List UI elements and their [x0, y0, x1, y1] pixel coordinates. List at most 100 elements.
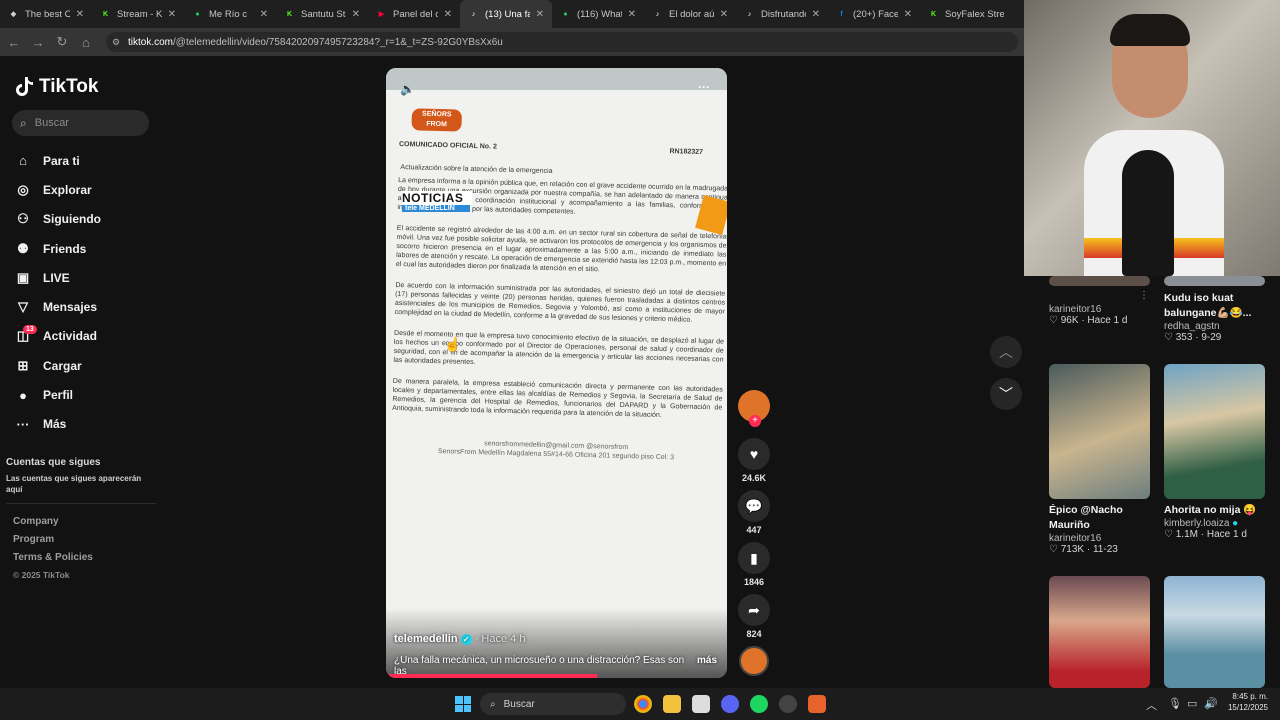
- sidebar-item-profile[interactable]: ● Perfil: [15, 380, 155, 409]
- app-icon[interactable]: [808, 695, 826, 713]
- live-icon: ▣: [16, 269, 30, 285]
- creator-avatar[interactable]: +: [738, 390, 770, 427]
- search-input[interactable]: ⌕ Buscar: [12, 110, 149, 136]
- explore-icon: ◎: [17, 181, 29, 197]
- sidebar-item-upload[interactable]: ⊞ Cargar: [15, 351, 155, 380]
- obs-icon[interactable]: [779, 695, 797, 713]
- tab-title: SoyFalex Stre: [945, 8, 1004, 20]
- windows-start-icon[interactable]: [455, 696, 471, 712]
- microphone-icon[interactable]: 🎙: [1168, 697, 1182, 710]
- sidebar-item-live[interactable]: ▣ LIVE: [15, 263, 155, 292]
- video-progress-bar[interactable]: [386, 674, 727, 678]
- tab-close-icon[interactable]: ✕: [536, 9, 544, 20]
- tab-close-icon[interactable]: ✕: [812, 9, 820, 20]
- browser-tab[interactable]: ● (116) Whats ✕: [552, 0, 644, 28]
- music-disc-icon[interactable]: [739, 646, 769, 676]
- tab-title: (116) Whats: [577, 8, 622, 20]
- volume-icon[interactable]: 🔈: [400, 82, 415, 96]
- browser-tab[interactable]: ▶ Panel del ca ✕: [368, 0, 460, 28]
- volume-icon[interactable]: 🔊: [1204, 697, 1218, 710]
- comment-button[interactable]: 💬: [738, 490, 770, 522]
- network-icon[interactable]: ▭: [1187, 697, 1197, 710]
- tab-close-icon[interactable]: ✕: [352, 9, 360, 20]
- tab-close-icon[interactable]: ✕: [628, 9, 636, 20]
- video-thumbnail: [1164, 276, 1265, 286]
- back-icon[interactable]: ←: [2, 35, 26, 50]
- sidebar-item-friends[interactable]: ⚉ Friends: [15, 234, 155, 263]
- sidebar-item-messages[interactable]: ▽ Mensajes: [15, 292, 155, 321]
- card-menu-icon[interactable]: ⋮: [1139, 290, 1149, 301]
- more-options-icon[interactable]: ···: [698, 80, 710, 94]
- browser-tab[interactable]: ♪ El dolor aún ✕: [644, 0, 736, 28]
- next-video-button[interactable]: ﹀: [990, 378, 1022, 410]
- tab-close-icon[interactable]: ✕: [904, 9, 912, 20]
- reload-icon[interactable]: ↻: [50, 34, 74, 50]
- video-thumbnail: [1164, 576, 1265, 688]
- tab-favicon-icon: ●: [563, 10, 568, 18]
- browser-tab[interactable]: ♪ Disfrutando ✕: [736, 0, 828, 28]
- card-user[interactable]: karineitor16: [1049, 304, 1150, 315]
- card-user[interactable]: redha_agstn: [1164, 321, 1265, 332]
- share-count: 824: [746, 629, 762, 639]
- video-card[interactable]: Ahorita no mija 😝 kimberly.loaiza ● ♡ 1.…: [1164, 364, 1265, 540]
- video-card[interactable]: Kudu iso kuat balungane💪🏼😂... redha_agst…: [1164, 276, 1265, 343]
- video-card[interactable]: Épico @Nacho Mauriño karineitor16 ♡ 713K…: [1049, 364, 1150, 555]
- discord-icon[interactable]: [721, 695, 739, 713]
- follow-plus-icon[interactable]: +: [749, 415, 761, 427]
- sidebar-item-activity[interactable]: ◫ 13 Actividad: [15, 322, 155, 351]
- footer-terms-link[interactable]: Terms & Policies: [13, 552, 93, 570]
- tab-close-icon[interactable]: ✕: [76, 9, 84, 20]
- tab-close-icon[interactable]: ✕: [720, 9, 728, 20]
- sidebar-item-for-you[interactable]: ⌂ Para ti: [15, 146, 155, 175]
- sidebar-item-more[interactable]: ··· Más: [15, 410, 155, 439]
- video-author[interactable]: telemedellin: [394, 633, 458, 645]
- tab-close-icon[interactable]: ✕: [444, 9, 452, 20]
- tab-favicon-icon: ▶: [378, 11, 385, 18]
- save-button[interactable]: ▮: [738, 542, 770, 574]
- browser-tab[interactable]: ◆ The best Ch ✕: [0, 0, 92, 28]
- store-icon[interactable]: [692, 695, 710, 713]
- upload-icon: ⊞: [17, 357, 29, 373]
- footer-company-link[interactable]: Company: [13, 516, 93, 534]
- site-info-icon[interactable]: ⚙: [112, 37, 120, 48]
- taskbar-search[interactable]: ⌕ Buscar: [480, 693, 626, 715]
- more-icon: ···: [16, 416, 30, 432]
- spotify-icon[interactable]: [750, 695, 768, 713]
- browser-tab[interactable]: K Santutu Stre ✕: [276, 0, 368, 28]
- document-paragraph: De manera paralela, la empresa estableci…: [392, 377, 723, 419]
- file-explorer-icon[interactable]: [663, 695, 681, 713]
- tab-close-icon[interactable]: ✕: [168, 9, 176, 20]
- previous-video-button[interactable]: ︿: [990, 336, 1022, 368]
- video-card[interactable]: [1164, 576, 1265, 688]
- taskbar-clock[interactable]: 8:45 p. m. 15/12/2025: [1224, 691, 1268, 713]
- home-icon[interactable]: ⌂: [74, 35, 98, 50]
- document-paragraph: El accidente se registró alrededor de la…: [395, 224, 727, 274]
- browser-tab[interactable]: K SoyFalex Stre: [920, 0, 1012, 28]
- browser-tab[interactable]: K Stream - Kic ✕: [92, 0, 184, 28]
- news-title: NOTICIAS: [402, 191, 472, 205]
- tray-chevron-icon[interactable]: ︿: [1146, 697, 1157, 713]
- browser-tab[interactable]: ♪ (13) Una fall ✕: [460, 0, 552, 28]
- address-bar[interactable]: ⚙ tiktok.com/@telemedellin/video/7584202…: [106, 32, 1018, 52]
- card-stats: ♡ 96K · Hace 1 d: [1049, 315, 1128, 326]
- sidebar-item-following[interactable]: ⚇ Siguiendo: [15, 205, 155, 234]
- chrome-icon[interactable]: [634, 695, 652, 713]
- video-card[interactable]: ⋮ karineitor16 ♡ 96K · Hace 1 d: [1049, 276, 1150, 326]
- tab-close-icon[interactable]: ✕: [260, 9, 268, 20]
- sidebar-item-label: Cargar: [43, 358, 82, 373]
- browser-tab[interactable]: f (20+) Faceb ✕: [828, 0, 920, 28]
- forward-icon[interactable]: →: [26, 35, 50, 50]
- video-card[interactable]: [1049, 576, 1150, 688]
- share-button[interactable]: ➦: [738, 594, 770, 626]
- card-user[interactable]: kimberly.loaiza ●: [1164, 518, 1265, 529]
- sidebar-item-explore[interactable]: ◎ Explorar: [15, 175, 155, 204]
- like-button[interactable]: ♥: [738, 438, 770, 470]
- video-player[interactable]: 🔈 ··· SEÑORS FROM COMUNICADO OFICIAL No.…: [386, 68, 727, 678]
- browser-toolbar: ← → ↻ ⌂ ⚙ tiktok.com/@telemedellin/video…: [0, 28, 1024, 56]
- footer-program-link[interactable]: Program: [13, 534, 93, 552]
- chevron-up-icon: ︿: [999, 344, 1013, 360]
- card-user[interactable]: karineitor16: [1049, 533, 1150, 544]
- sidebar-item-label: Para ti: [43, 153, 80, 168]
- browser-tab[interactable]: ● Me Río c ✕: [184, 0, 276, 28]
- tiktok-logo[interactable]: TikTok: [16, 76, 98, 98]
